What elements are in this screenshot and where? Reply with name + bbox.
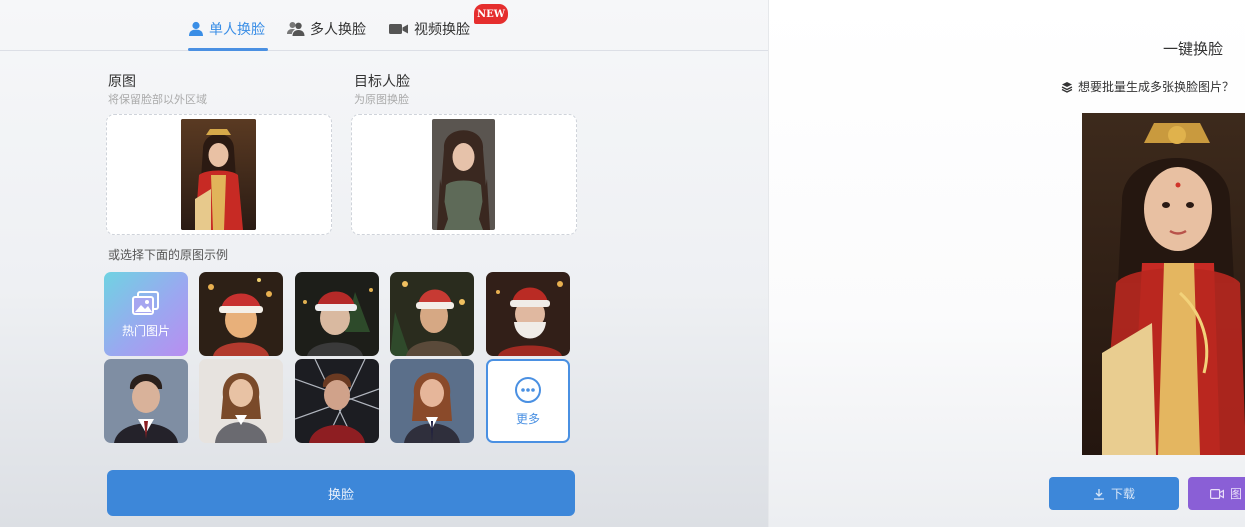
- video-camera-icon: [1210, 488, 1224, 499]
- target-upload-box[interactable]: [351, 114, 577, 235]
- download-label: 下载: [1110, 487, 1135, 501]
- batch-generate-text: 想要批量生成多张换脸图片？: [1078, 80, 1235, 94]
- download-icon: [1093, 488, 1104, 500]
- more-icon: [515, 376, 541, 403]
- mode-tabs: 单人换脸 多人换脸 视频换脸 NEW: [0, 0, 768, 51]
- target-subtitle: 为原图换脸: [354, 93, 409, 106]
- user-icon: [189, 21, 203, 36]
- example-christmas-girl[interactable]: [199, 272, 283, 356]
- example-christmas-woman[interactable]: [390, 272, 474, 356]
- result-image: [1082, 113, 1245, 455]
- hot-images-label: 热门图片: [121, 323, 170, 338]
- examples-label: 或选择下面的原图示例: [108, 248, 229, 262]
- source-image-thumbnail: [181, 119, 256, 230]
- tab-video-face[interactable]: 视频换脸: [389, 17, 470, 41]
- more-examples-button[interactable]: 更多: [486, 359, 570, 443]
- result-title: 一键换脸: [1163, 40, 1224, 58]
- video-button[interactable]: 图: [1188, 477, 1245, 510]
- gallery-icon: [132, 290, 159, 315]
- swap-face-button[interactable]: 换脸: [107, 470, 575, 516]
- download-button[interactable]: 下载: [1049, 477, 1179, 510]
- source-upload-box[interactable]: [106, 114, 332, 235]
- users-icon: [287, 22, 305, 36]
- tab-label: 多人换脸: [310, 22, 366, 38]
- example-christmas-elder-woman[interactable]: [295, 272, 379, 356]
- active-tab-indicator: [188, 48, 268, 51]
- layers-icon: [1061, 81, 1073, 93]
- example-christmas-old-man[interactable]: [486, 272, 570, 356]
- video-label: 图: [1230, 487, 1243, 501]
- hot-images-button[interactable]: 热门图片: [104, 272, 188, 356]
- target-title: 目标人脸: [354, 74, 410, 90]
- source-subtitle: 将保留脸部以外区域: [108, 93, 207, 106]
- example-wizard-boy[interactable]: [104, 359, 188, 443]
- video-icon: [389, 24, 408, 34]
- tab-multi-face[interactable]: 多人换脸: [287, 17, 366, 41]
- example-school-girl[interactable]: [390, 359, 474, 443]
- more-label: 更多: [515, 411, 540, 426]
- tab-single-face[interactable]: 单人换脸: [188, 17, 265, 41]
- example-spider-man[interactable]: [295, 359, 379, 443]
- new-badge: NEW: [474, 4, 508, 24]
- batch-generate-link[interactable]: 想要批量生成多张换脸图片？: [1061, 78, 1234, 95]
- tab-label: 视频换脸: [414, 22, 470, 38]
- face-swap-panel: 单人换脸 多人换脸 视频换脸 NEW 原图 将保留脸部以外区域 目标人脸 为原图…: [0, 0, 768, 527]
- target-face-thumbnail: [432, 119, 495, 230]
- source-title: 原图: [108, 74, 136, 90]
- tab-label: 单人换脸: [209, 22, 265, 38]
- example-wizard-girl[interactable]: [199, 359, 283, 443]
- result-panel: 一键换脸 想要批量生成多张换脸图片？ 下载 图: [768, 0, 1245, 527]
